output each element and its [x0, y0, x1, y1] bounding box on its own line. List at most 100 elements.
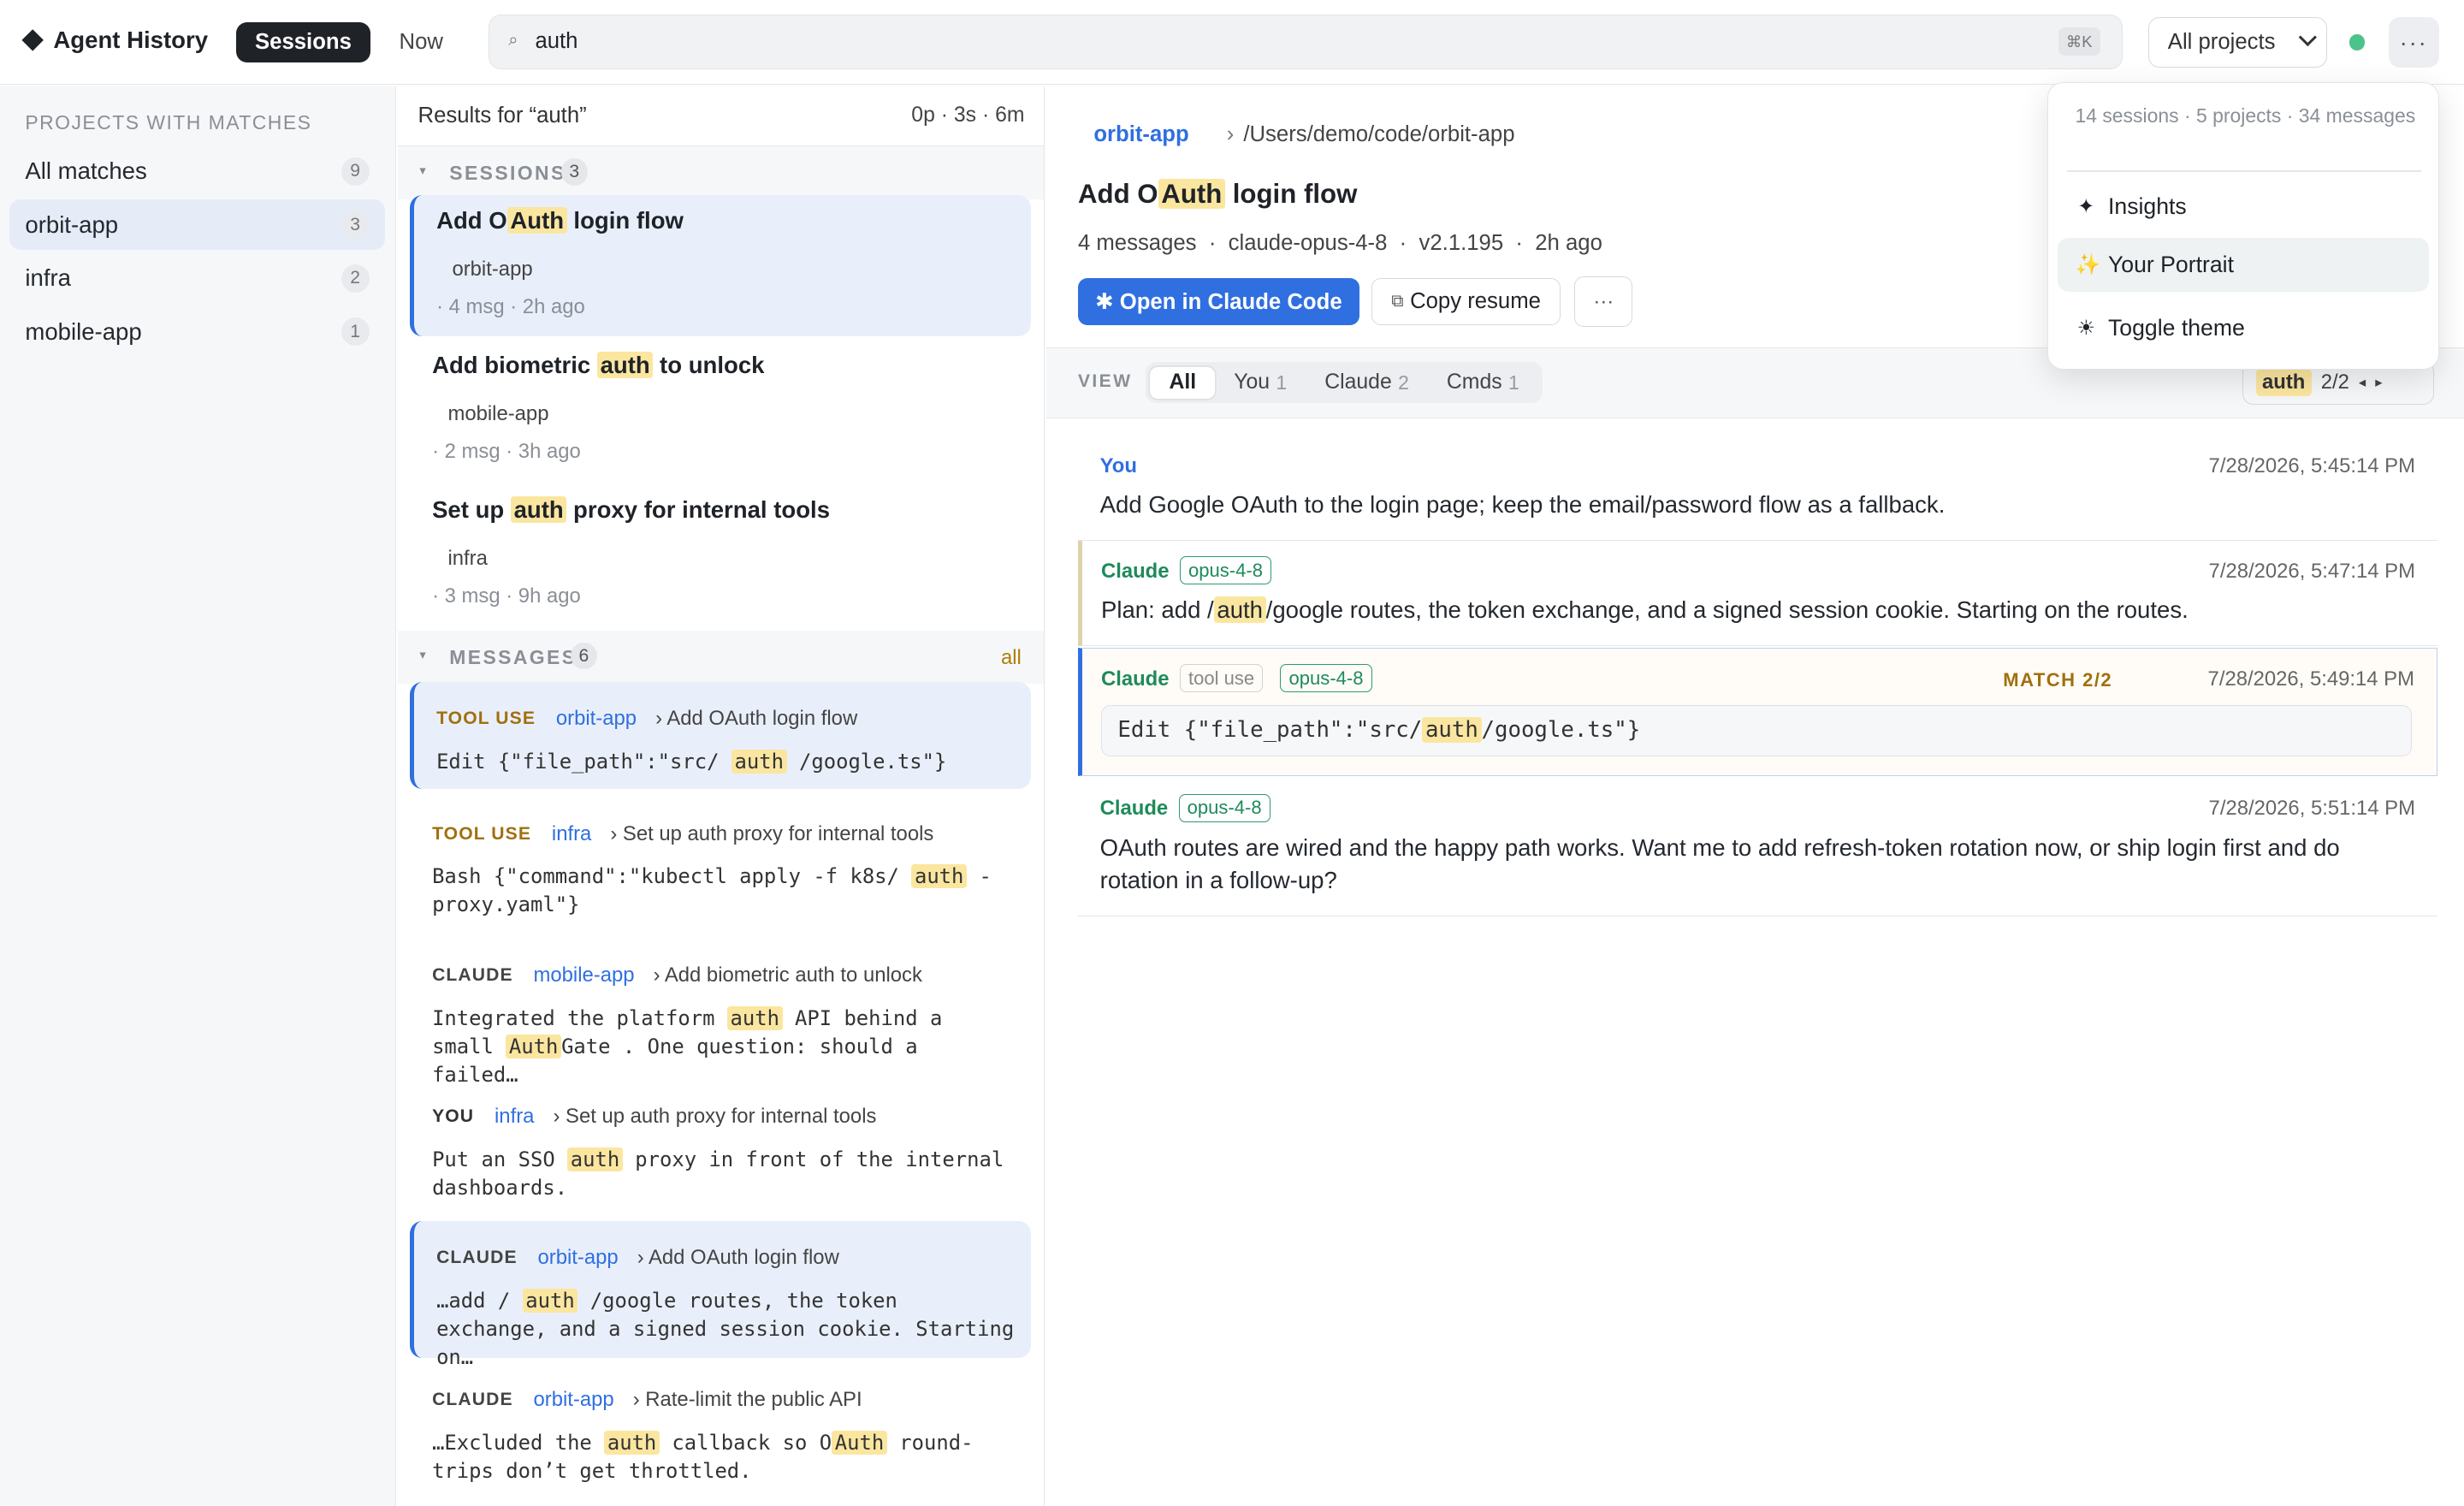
message-result-header: YOU infra › Set up auth proxy for internal… [432, 1105, 876, 1129]
search-icon: ⌕ [508, 30, 518, 50]
copy-resume-button[interactable]: ⧉ Copy resume [1371, 278, 1561, 326]
project-filter-select[interactable]: All projects [2147, 17, 2328, 68]
search-highlight: auth [1213, 596, 1266, 624]
session-title-text: login flow [1225, 179, 1358, 210]
message-result-header: TOOL USE infra › Set up auth proxy for int… [432, 822, 933, 846]
menu-item-label: Toggle theme [2107, 314, 2245, 341]
message-project-link[interactable]: orbit-app [556, 707, 637, 731]
previous-match-icon[interactable]: ◂ [2359, 374, 2366, 391]
sidebar-item-infra[interactable]: infra 2 [9, 253, 385, 304]
session-meta: 4 messages · claude-opus-4-8 · v2.1.195 … [1077, 230, 1602, 255]
sidebar-item-count: 9 [341, 157, 370, 186]
tab-sessions[interactable]: Sessions [235, 21, 371, 63]
message-type-label: CLAUDE [436, 1248, 518, 1268]
project-filter-value: All projects [2167, 30, 2276, 55]
sidebar-item-all-matches[interactable]: All matches 9 [9, 146, 385, 197]
more-menu-button[interactable]: ··· [2388, 17, 2439, 68]
next-match-icon[interactable]: ▸ [2375, 374, 2382, 391]
menu-item-your-portrait[interactable]: ✨ Your Portrait [2058, 238, 2429, 292]
copy-resume-label: Copy resume [1410, 289, 1541, 314]
message-text: OAuth routes are wired and the happy pat… [1099, 833, 2340, 894]
session-meta: · 4 msg · 2h ago [436, 295, 585, 319]
tool-use-badge: tool use [1179, 664, 1264, 693]
message-session-label: › Rate-limit the public API [632, 1387, 862, 1411]
sidebar-item-count: 3 [341, 210, 370, 240]
session-title-text: Add O [436, 207, 507, 234]
search-input[interactable]: ⌕ auth ⌘K [489, 14, 2123, 69]
message-session-label: › Add OAuth login flow [637, 1246, 839, 1270]
message-result-item[interactable]: YOU infra › Set up auth proxy for internal… [410, 1080, 1030, 1209]
message-result-header: CLAUDE orbit-app › Rate-limit the public A… [432, 1388, 862, 1412]
search-highlight: auth [510, 496, 567, 524]
message-result-item[interactable]: CLAUDE orbit-app › Rate-limit the public A… [410, 1362, 1030, 1491]
search-highlight: auth [567, 1147, 623, 1171]
filter-label: Cmds [1446, 371, 1502, 394]
results-title-prefix: Results for “ [418, 104, 537, 128]
app-brand: Agent History [21, 27, 209, 54]
message-result-item[interactable]: TOOL USE orbit-app › Add OAuth login flow … [410, 682, 1031, 789]
message-snippet: Integrated the platform auth API behind … [432, 1005, 1014, 1089]
code-text: /google.ts"} [1481, 716, 1641, 743]
breadcrumb-chevron-icon: › [1226, 122, 1235, 147]
breadcrumb-project-link[interactable]: orbit-app [1093, 122, 1188, 147]
search-highlight: Auth [506, 207, 567, 234]
message-project-link[interactable]: infra [495, 1105, 534, 1129]
search-highlight: auth [726, 1005, 783, 1030]
message-snippet: …Excluded the auth callback so O Auth rou… [432, 1429, 1014, 1485]
message-project-link[interactable]: infra [552, 822, 591, 846]
snippet-text: Put an SSO [432, 1147, 568, 1171]
open-in-claude-code-button[interactable]: ✱ Open in Claude Code [1077, 278, 1359, 326]
filter-all[interactable]: All [1150, 366, 1216, 399]
menu-item-insights[interactable]: ✦ Insights [2058, 180, 2428, 233]
sidebar-item-label: mobile-app [25, 317, 142, 345]
session-result-item[interactable]: Set up auth proxy for internal tools inf… [410, 484, 1030, 626]
message-project-link[interactable]: mobile-app [534, 963, 635, 987]
app-title: Agent History [53, 27, 209, 54]
session-title-text: Set up [432, 496, 511, 524]
snippet-text: /google.ts"} [786, 750, 947, 774]
results-title-term: auth [536, 104, 580, 128]
search-highlight: Auth [1158, 179, 1226, 210]
message-timestamp: 7/28/2026, 5:47:14 PM [2208, 559, 2415, 583]
session-result-item[interactable]: Add biometric auth to unlock mobile-app … [410, 340, 1030, 481]
messages-all-link[interactable]: all [1001, 646, 1022, 670]
sidebar-item-label: infra [25, 264, 71, 292]
message-author: Claude [1099, 797, 1169, 821]
message-project-link[interactable]: orbit-app [534, 1388, 614, 1412]
message-text: Plan: add / auth/google routes, the token… [1101, 594, 2189, 627]
collapse-caret-icon: ▾ [419, 164, 426, 178]
session-result-item[interactable]: Add O Auth login flow orbit-app · 4 msg ·… [410, 194, 1031, 337]
message-result-item[interactable]: TOOL USE infra › Set up auth proxy for int… [410, 797, 1030, 926]
filter-claude[interactable]: Claude 2 [1306, 367, 1428, 399]
snippet-text: Bash {"command":"kubectl apply -f k8s/ [432, 864, 912, 889]
code-text: Edit {"file_path":"src/ [1117, 716, 1423, 743]
message-type-label: TOOL USE [436, 709, 536, 729]
filter-you[interactable]: You 1 [1215, 367, 1306, 399]
messages-section-header[interactable]: ▾ MESSAGES 6 all [397, 630, 1045, 684]
menu-item-toggle-theme[interactable]: ☀ Toggle theme [2058, 301, 2428, 354]
sidebar-item-label: orbit-app [25, 210, 119, 238]
message-result-item[interactable]: CLAUDE orbit-app › Add OAuth login flow …a… [410, 1221, 1031, 1369]
search-value[interactable]: auth [535, 29, 578, 54]
sparkles-icon: ✨ [2075, 253, 2101, 277]
transcript-message: You 7/28/2026, 5:45:14 PM Add Google OAu… [1077, 419, 2437, 541]
sidebar-item-orbit-app[interactable]: orbit-app 3 [9, 199, 385, 251]
collapse-caret-icon: ▾ [419, 648, 426, 662]
model-badge: opus-4-8 [1280, 664, 1372, 693]
session-more-button[interactable]: ··· [1574, 276, 1633, 328]
message-result-item[interactable]: CLAUDE mobile-app › Add biometric auth to … [410, 939, 1030, 1087]
results-title: Results for “auth” [418, 104, 587, 128]
sidebar-item-mobile-app[interactable]: mobile-app 1 [9, 306, 385, 357]
results-title-suffix: ” [579, 104, 587, 128]
results-header: Results for “auth” 0p · 3s · 6m [397, 86, 1045, 146]
filter-cmds[interactable]: Cmds 1 [1428, 367, 1538, 399]
tab-now[interactable]: Now [400, 30, 443, 55]
results-timing: 0p · 3s · 6m [911, 104, 1025, 127]
messages-section-title: MESSAGES [449, 645, 578, 668]
sessions-section-header[interactable]: ▾ SESSIONS 3 [397, 145, 1045, 200]
diamond-logo-icon [21, 29, 44, 52]
messages-count-badge: 6 [570, 643, 597, 670]
menu-divider [2067, 170, 2421, 173]
message-project-link[interactable]: orbit-app [538, 1246, 619, 1270]
message-type-label: CLAUDE [432, 964, 513, 985]
